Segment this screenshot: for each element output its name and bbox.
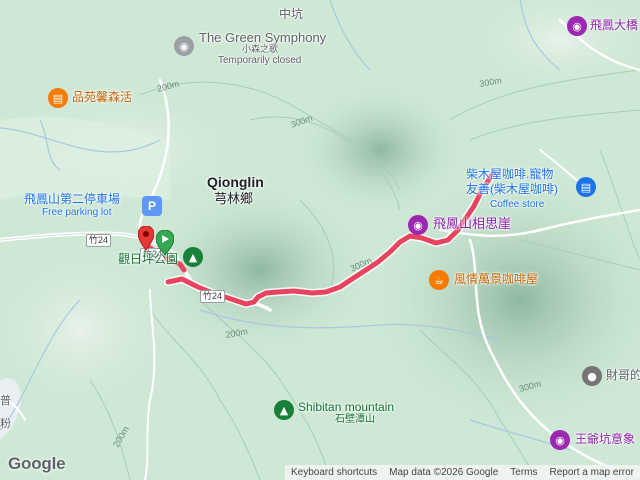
park-tree-icon[interactable]: ▲ [274, 400, 294, 420]
road-shield: 竹24 [200, 290, 226, 303]
map-data-text: Map data ©2026 Google [389, 467, 499, 478]
place-label-edge: 粉 [0, 418, 11, 430]
poi-parking-en: Free parking lot [42, 207, 112, 218]
place-label-zhongkeng: 中坑 [279, 7, 304, 21]
poi-wangyekeng[interactable]: 王爺坑意象 [575, 432, 635, 446]
poi-feifeng-bridge[interactable]: 飛鳳大橋 [590, 18, 638, 32]
township-label-en: Qionglin [207, 174, 264, 190]
parking-icon[interactable]: P [142, 196, 162, 216]
shopping-bag-icon[interactable]: ▤ [576, 177, 596, 197]
poi-parking-zh[interactable]: 飛鳳山第二停車場 [24, 192, 120, 206]
red-pin-marker-icon[interactable] [138, 226, 154, 252]
camera-icon[interactable]: ◉ [567, 16, 587, 36]
park-tree-icon[interactable]: ▲ [183, 247, 203, 267]
poi-fengqing[interactable]: 風情萬景咖啡屋 [454, 272, 538, 286]
poi-xiangsiya[interactable]: 飛鳳山相思崖 [433, 216, 511, 231]
google-logo: Google [8, 454, 66, 473]
camera-icon[interactable]: ◉ [408, 215, 428, 235]
poi-green-symphony-zh: 小森之歌 [242, 44, 279, 54]
poi-shibitan-zh: 石壁潭山 [335, 414, 375, 425]
poi-green-symphony-status: Temporarily closed [218, 55, 302, 66]
shopping-bag-icon[interactable]: ▤ [48, 88, 68, 108]
terms-link[interactable]: Terms [504, 467, 543, 478]
report-error-link[interactable]: Report a map error [544, 467, 640, 478]
location-pin-icon[interactable]: ● [582, 366, 602, 386]
poi-caige[interactable]: 財哥的 [606, 368, 640, 382]
poi-coffee-store: Coffee store [490, 199, 545, 210]
attribution-bar: Keyboard shortcuts Map data ©2026 Google… [284, 465, 640, 480]
place-label-edge: 普 [0, 395, 11, 407]
keyboard-shortcuts-link[interactable]: Keyboard shortcuts [285, 467, 383, 478]
road-shield: 竹24 [86, 234, 112, 247]
poi-pinyuan[interactable]: 品苑馨森活 [72, 90, 132, 104]
township-label-zh: 芎林鄉 [214, 191, 254, 206]
coffee-cup-icon[interactable]: ☕ [429, 270, 449, 290]
camera-icon[interactable]: ◉ [550, 430, 570, 450]
poi-chaimuwu-line1[interactable]: 柴木屋咖啡.寵物 [466, 167, 553, 181]
poi-chaimuwu-line2: 友善(柴木屋咖啡) [466, 182, 558, 196]
map-canvas[interactable]: 200m 300m 300m 300m 200m 300m 200m 竹24 竹… [0, 0, 640, 480]
green-flag-marker-icon[interactable] [156, 230, 174, 256]
camera-icon[interactable]: ◉ [174, 36, 194, 56]
poi-shibitan-en[interactable]: Shibitan mountain [298, 400, 394, 414]
contour-label: 300m [479, 75, 503, 89]
